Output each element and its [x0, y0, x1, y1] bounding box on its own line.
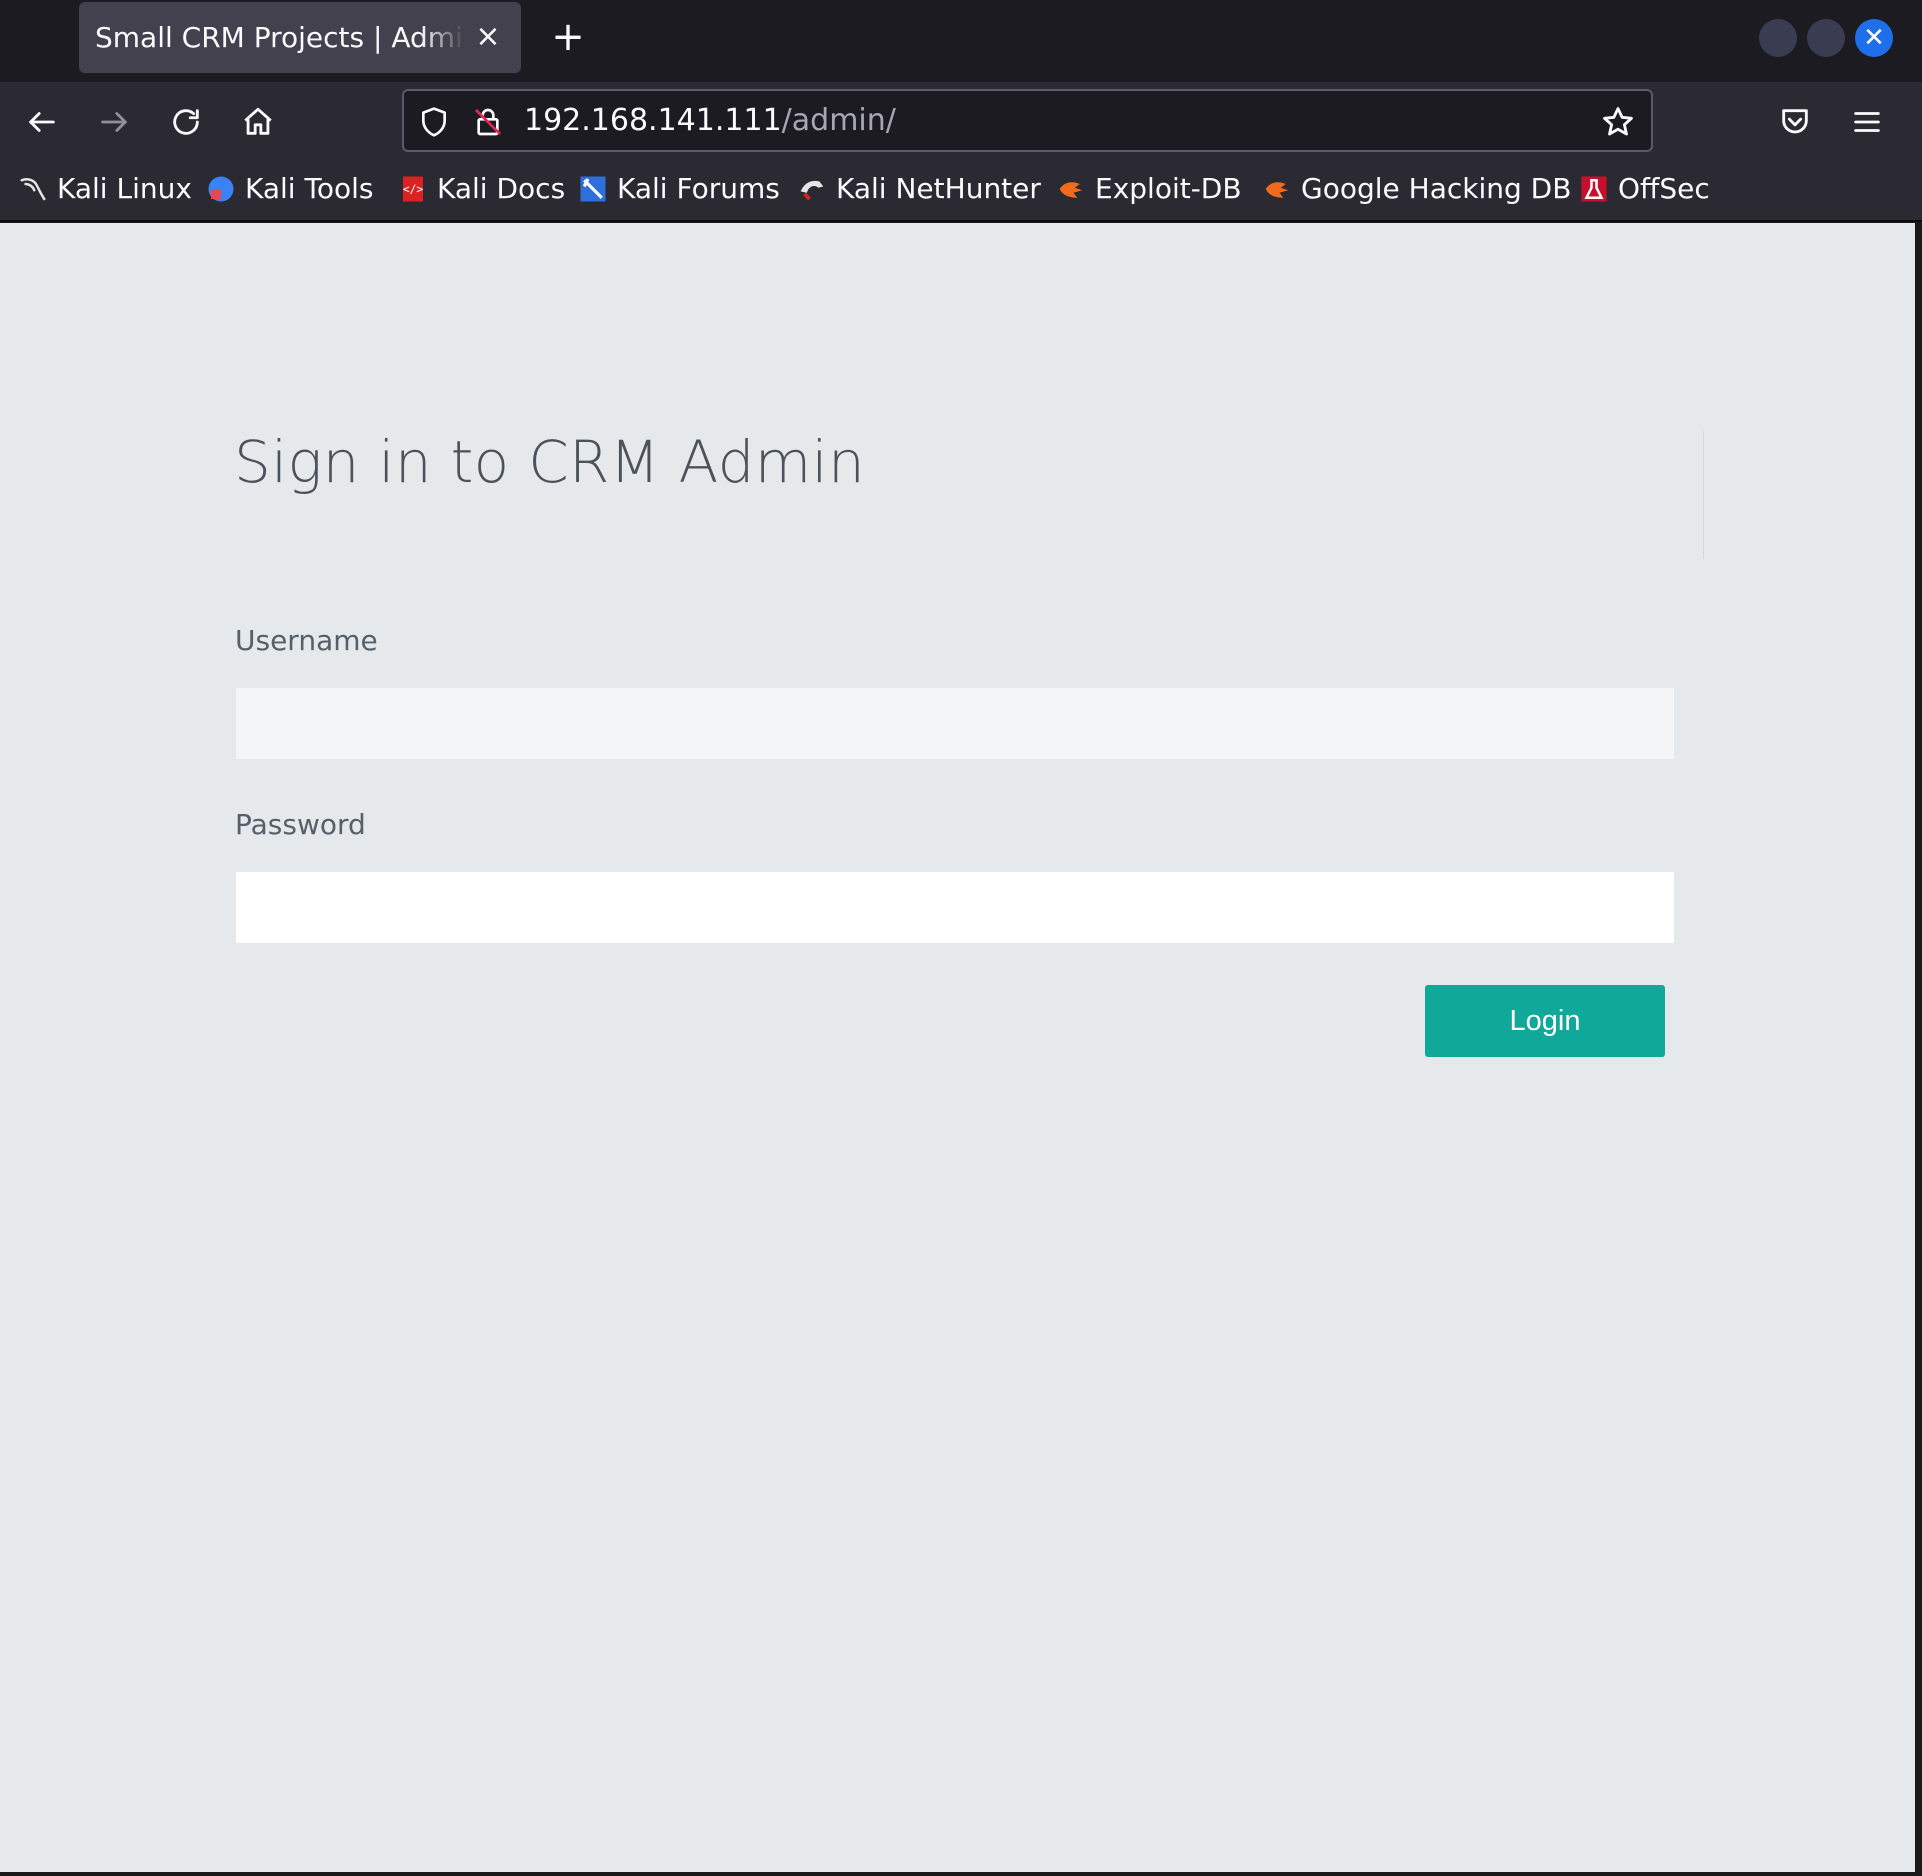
home-icon[interactable]: [236, 100, 280, 144]
exploit-db-icon: [1056, 174, 1086, 204]
bookmark-label: Kali Forums: [617, 172, 780, 205]
password-label: Password: [235, 808, 366, 841]
bookmark-label: Exploit-DB: [1095, 172, 1242, 205]
bookmark-offsec[interactable]: OffSec: [1579, 172, 1710, 205]
navigation-toolbar: 192.168.141.111/admin/: [0, 82, 1922, 162]
kali-dragon-icon: [18, 174, 48, 204]
kali-docs-icon: </>: [398, 174, 428, 204]
bookmark-kali-nethunter[interactable]: Kali NetHunter: [797, 172, 1041, 205]
close-icon[interactable]: ×: [473, 22, 503, 52]
tab-title: Small CRM Projects | Admin Login: [95, 21, 465, 54]
bookmark-label: Google Hacking DB: [1301, 172, 1572, 205]
nethunter-icon: [797, 174, 827, 204]
address-bar[interactable]: 192.168.141.111/admin/: [402, 89, 1653, 152]
bookmark-label: Kali Docs: [437, 172, 566, 205]
page-title: Sign in to CRM Admin: [234, 428, 866, 496]
kali-tools-icon: [206, 174, 236, 204]
window-bottom-edge: [0, 1872, 1922, 1876]
insecure-lock-icon[interactable]: [470, 104, 506, 140]
username-label: Username: [235, 624, 378, 657]
bookmark-label: Kali Linux: [57, 172, 192, 205]
svg-text:</>: </>: [403, 182, 424, 195]
pocket-icon[interactable]: [1773, 100, 1817, 144]
login-button[interactable]: Login: [1425, 985, 1665, 1057]
ghdb-icon: [1262, 174, 1292, 204]
password-input[interactable]: [235, 871, 1675, 944]
bookmarks-toolbar: Kali Linux Kali Tools </> Kali Docs Kali…: [0, 162, 1922, 222]
bookmark-kali-docs[interactable]: </> Kali Docs: [398, 172, 565, 205]
divider: [1703, 431, 1704, 559]
arrow-left-icon[interactable]: [20, 100, 64, 144]
plus-icon[interactable]: +: [548, 17, 588, 58]
page-viewport: Sign in to CRM Admin Username Password L…: [0, 223, 1915, 1872]
window-edge: [1915, 223, 1922, 1876]
bookmark-kali-tools[interactable]: Kali Tools: [206, 172, 373, 205]
bookmark-label: Kali Tools: [245, 172, 374, 205]
minimize-window-button[interactable]: [1759, 19, 1797, 57]
bookmark-label: Kali NetHunter: [836, 172, 1041, 205]
url-path: /admin/: [781, 103, 896, 138]
url-text[interactable]: 192.168.141.111/admin/: [524, 103, 896, 138]
bookmark-label: OffSec: [1618, 172, 1710, 205]
offsec-icon: [1579, 174, 1609, 204]
username-input[interactable]: [235, 687, 1675, 760]
bookmark-google-hacking-db[interactable]: Google Hacking DB: [1262, 172, 1571, 205]
star-icon[interactable]: [1600, 104, 1636, 140]
close-window-button[interactable]: ✕: [1855, 19, 1893, 57]
bookmark-kali-linux[interactable]: Kali Linux: [18, 172, 192, 205]
reload-icon[interactable]: [164, 100, 208, 144]
hamburger-menu-icon[interactable]: [1845, 100, 1889, 144]
maximize-window-button[interactable]: [1807, 19, 1845, 57]
browser-tab-active[interactable]: Small CRM Projects | Admin Login ×: [79, 2, 521, 73]
tab-strip: Small CRM Projects | Admin Login × + ✕: [0, 0, 1922, 82]
shield-icon[interactable]: [416, 104, 452, 140]
bookmark-exploit-db[interactable]: Exploit-DB: [1056, 172, 1242, 205]
arrow-right-icon[interactable]: [92, 100, 136, 144]
kali-forums-icon: [578, 174, 608, 204]
url-host: 192.168.141.111: [524, 103, 782, 138]
bookmark-kali-forums[interactable]: Kali Forums: [578, 172, 780, 205]
